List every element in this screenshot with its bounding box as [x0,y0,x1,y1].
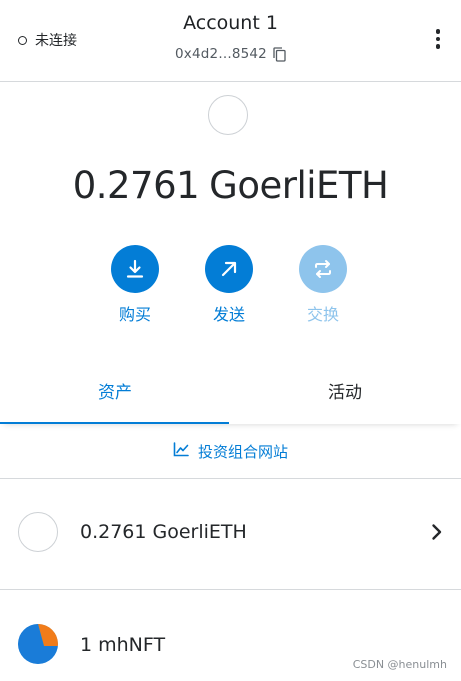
token-icon [18,512,58,552]
download-icon [111,245,159,293]
account-header: 未连接 Account 1 0x4d2...8542 [0,0,461,82]
copy-icon [273,46,286,62]
account-name[interactable]: Account 1 [0,12,461,34]
watermark: CSDN @henulmh [352,658,447,671]
balance-currency: GoerliETH [209,164,389,207]
tab-bar: 资产 活动 [0,356,461,424]
tab-activity[interactable]: 活动 [230,356,460,424]
asset-label: 0.2761 GoerliETH [80,521,247,543]
address-copy-button[interactable]: 0x4d2...8542 [0,46,461,62]
chart-icon [173,441,189,461]
account-options-menu-icon[interactable] [429,26,447,52]
wallet-popup: 未连接 Account 1 0x4d2...8542 0.2761 GoerliE… [0,0,461,681]
asset-label: 1 mhNFT [80,634,166,656]
asset-row-goerlieth[interactable]: 0.2761 GoerliETH [0,479,461,590]
balance-amount: 0.2761 [72,164,200,207]
swap-button[interactable]: 交换 [283,245,363,325]
portfolio-link-label: 投资组合网站 [197,442,288,461]
tab-assets[interactable]: 资产 [0,356,230,424]
status-dot-icon [18,35,27,45]
swap-icon [299,245,347,293]
arrow-up-right-icon [205,245,253,293]
buy-button[interactable]: 购买 [95,245,175,325]
portfolio-link[interactable]: 投资组合网站 [0,424,461,479]
nft-icon [18,624,58,664]
send-label: 发送 [212,305,245,324]
account-identicon [208,95,248,135]
account-address: 0x4d2...8542 [175,46,267,62]
chevron-right-icon [431,523,443,545]
swap-label: 交换 [306,305,339,324]
send-button[interactable]: 发送 [189,245,269,325]
buy-label: 购买 [118,305,151,324]
balance-display: 0.2761 GoerliETH [0,164,461,207]
